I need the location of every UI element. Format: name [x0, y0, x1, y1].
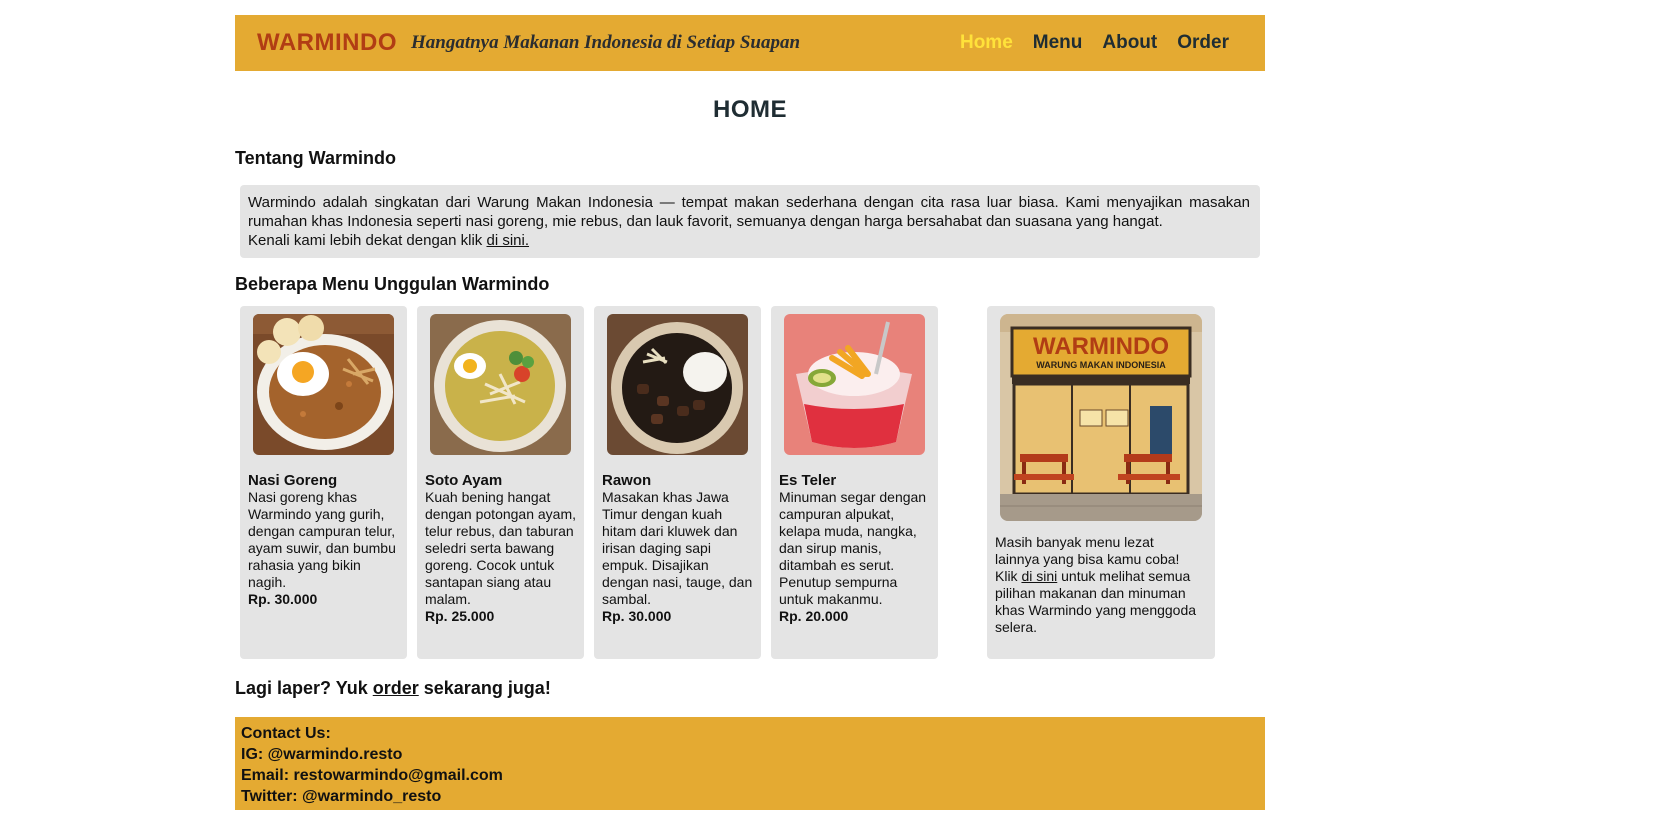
menu-item-price: Rp. 30.000 [248, 591, 318, 607]
menu-item-price: Rp. 20.000 [779, 608, 849, 624]
contact-ig: IG: @warmindo.resto [241, 746, 403, 763]
nav-order[interactable]: Order [1177, 32, 1229, 54]
nasi-goreng-image [253, 314, 394, 455]
soto-ayam-image [430, 314, 571, 455]
contact-title: Contact Us: [241, 725, 331, 742]
es-teler-image [784, 314, 925, 455]
nav-menu[interactable]: Menu [1033, 32, 1083, 54]
menu-card: Es Teler Minuman segar dengan campuran a… [771, 306, 938, 659]
menu-card-text: Soto Ayam Kuah bening hangat dengan poto… [425, 472, 577, 625]
menu-card-text: Nasi Goreng Nasi goreng khas Warmindo ya… [248, 472, 400, 608]
site-header: WARMINDO Hangatnya Makanan Indonesia di … [235, 15, 1265, 71]
promo-card: WARMINDO WARUNG MAKAN INDONESIA Masih ba… [987, 306, 1215, 659]
contact-twitter: Twitter: @warmindo_resto [241, 788, 442, 805]
menu-item-name: Nasi Goreng [248, 472, 338, 489]
menu-item-description: Masakan khas Jawa Timur dengan kuah hita… [602, 489, 753, 607]
nav-about[interactable]: About [1102, 32, 1157, 54]
menu-card: Nasi Goreng Nasi goreng khas Warmindo ya… [240, 306, 407, 659]
main-nav: Home Menu About Order [960, 32, 1229, 54]
sign-title: WARMINDO [1033, 333, 1169, 360]
page-title: HOME [713, 96, 787, 123]
about-more-text: Kenali kami lebih dekat dengan klik [248, 232, 483, 249]
menu-item-description: Nasi goreng khas Warmindo yang gurih, de… [248, 489, 396, 590]
contact-email: Email: restowarmindo@gmail.com [241, 767, 503, 784]
menu-item-price: Rp. 25.000 [425, 608, 495, 624]
menu-heading: Beberapa Menu Unggulan Warmindo [235, 274, 550, 294]
promo-link[interactable]: di sini [1021, 568, 1057, 584]
page: WARMINDO Hangatnya Makanan Indonesia di … [0, 0, 1654, 827]
about-more-link[interactable]: di sini. [486, 232, 529, 249]
rawon-image [607, 314, 748, 455]
about-heading: Tentang Warmindo [235, 148, 396, 168]
menu-card: Rawon Masakan khas Jawa Timur dengan kua… [594, 306, 761, 659]
cta-prefix: Lagi laper? Yuk [235, 678, 368, 698]
menu-card: Soto Ayam Kuah bening hangat dengan poto… [417, 306, 584, 659]
tagline: Hangatnya Makanan Indonesia di Setiap Su… [410, 32, 801, 53]
nav-home[interactable]: Home [960, 32, 1013, 54]
menu-item-price: Rp. 30.000 [602, 608, 672, 624]
menu-item-description: Minuman segar dengan campuran alpukat, k… [779, 489, 927, 607]
cta-suffix: sekarang juga! [423, 678, 551, 698]
menu-item-name: Es Teler [779, 472, 837, 489]
order-link[interactable]: order [373, 678, 419, 698]
about-text: Warmindo adalah singkatan dari Warung Ma… [248, 194, 1250, 230]
menu-item-description: Kuah bening hangat dengan potongan ayam,… [425, 489, 577, 607]
sign-subtitle: WARUNG MAKAN INDONESIA [1036, 360, 1166, 370]
promo-text: Masih banyak menu lezat lainnya yang bis… [995, 534, 1201, 636]
site-footer: Contact Us: IG: @warmindo.resto Email: r… [235, 717, 1265, 810]
order-cta: Lagi laper? Yuk order sekarang juga! [235, 678, 551, 699]
menu-card-text: Rawon Masakan khas Jawa Timur dengan kua… [602, 472, 754, 625]
about-box: Warmindo adalah singkatan dari Warung Ma… [240, 185, 1260, 258]
menu-card-text: Es Teler Minuman segar dengan campuran a… [779, 472, 931, 625]
brand-logo[interactable]: WARMINDO [257, 29, 397, 57]
menu-item-name: Soto Ayam [425, 472, 503, 489]
warmindo-storefront-image: WARMINDO WARUNG MAKAN INDONESIA [1000, 314, 1202, 521]
menu-item-name: Rawon [602, 472, 652, 489]
